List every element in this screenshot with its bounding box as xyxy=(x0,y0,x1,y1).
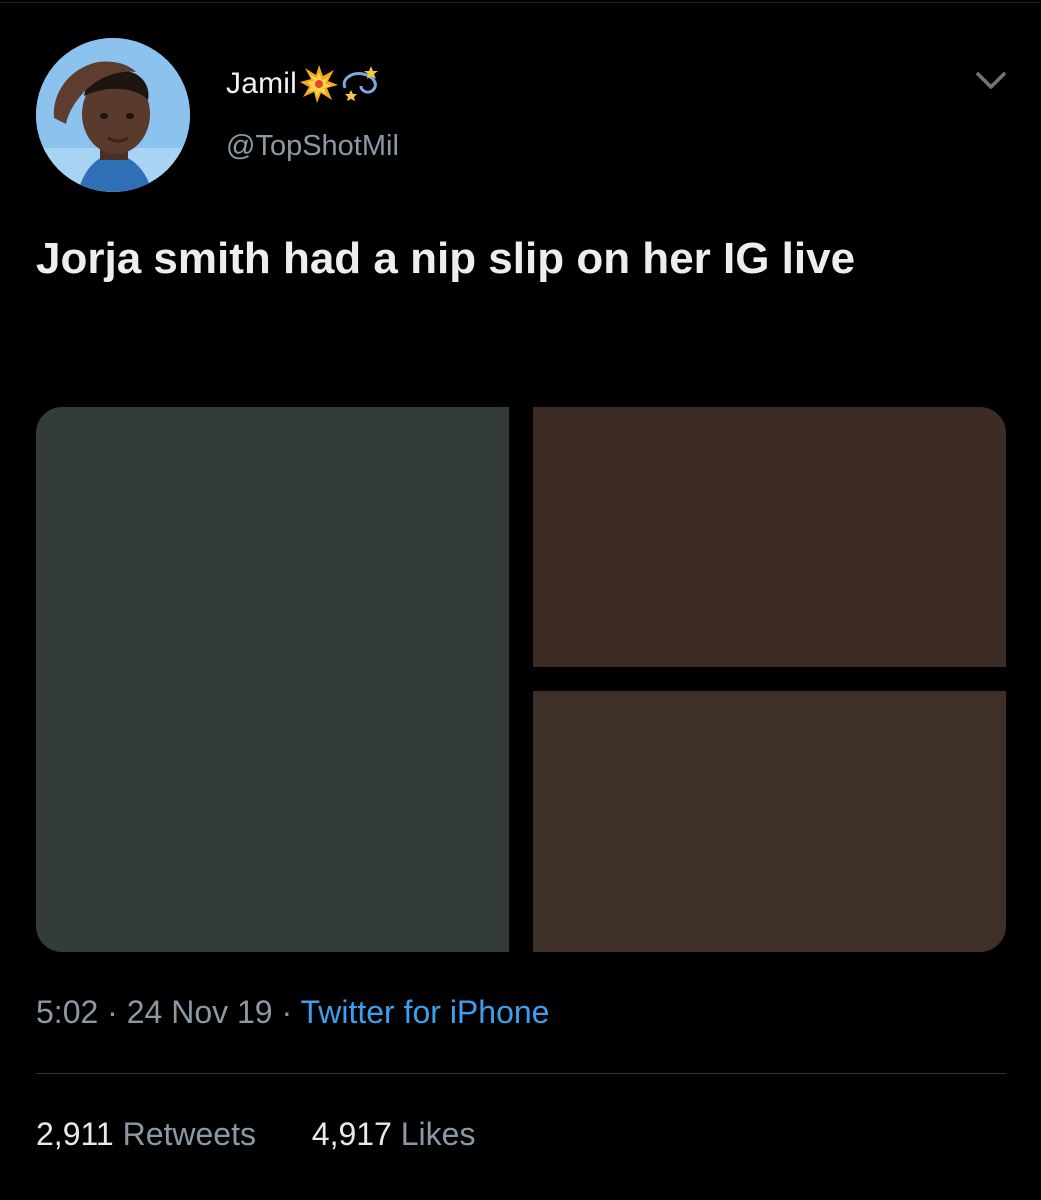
tweet-time: 5:02 xyxy=(36,994,99,1030)
likes-stat[interactable]: 4,917 Likes xyxy=(312,1116,476,1152)
meta-separator: · xyxy=(281,994,293,1030)
tweet-text: Jorja smith had a nip slip on her IG liv… xyxy=(36,234,856,283)
meta-separator: · xyxy=(107,994,118,1030)
avatar[interactable] xyxy=(36,38,190,192)
author-handle[interactable]: @TopShotMil xyxy=(226,130,399,163)
media-image-3[interactable] xyxy=(533,691,1006,952)
author-name-row[interactable]: Jamil xyxy=(226,62,385,106)
top-divider xyxy=(0,2,1041,3)
author-display-name[interactable]: Jamil xyxy=(226,67,297,101)
media-image-1[interactable] xyxy=(36,407,509,952)
retweets-label: Retweets xyxy=(122,1116,256,1152)
collision-icon xyxy=(300,65,339,103)
media-grid xyxy=(36,407,1006,952)
chevron-down-icon[interactable] xyxy=(974,66,1008,96)
media-image-2[interactable] xyxy=(533,407,1006,667)
stats-divider xyxy=(36,1073,1006,1074)
likes-count: 4,917 xyxy=(311,1116,392,1152)
tweet-source-link[interactable]: Twitter for iPhone xyxy=(300,994,549,1030)
retweets-stat[interactable]: 2,911 Retweets xyxy=(36,1116,265,1152)
tweet-date: 24 Nov 19 xyxy=(126,994,273,1030)
dizzy-star-icon xyxy=(342,66,379,101)
avatar-photo xyxy=(36,38,190,192)
tweet-meta: 5:02 · 24 Nov 19 · Twitter for iPhone xyxy=(36,994,549,1031)
likes-label: Likes xyxy=(400,1116,476,1152)
retweets-count: 2,911 xyxy=(36,1116,114,1152)
tweet-stats: 2,911 Retweets 4,917 Likes xyxy=(36,1116,475,1153)
